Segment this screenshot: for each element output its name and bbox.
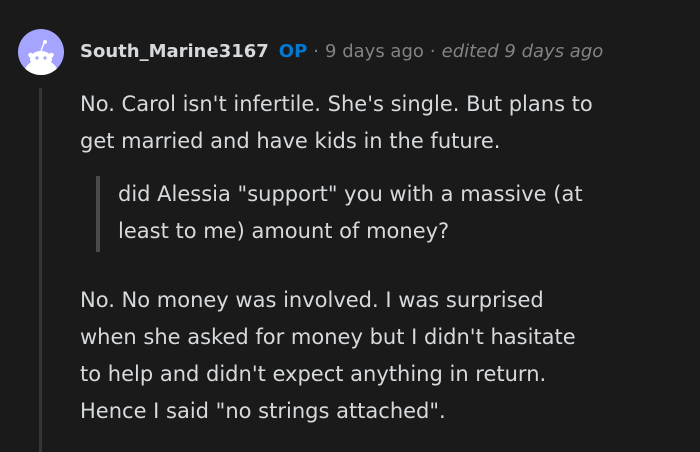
comment-meta: South_Marine3167 OP · 9 days ago · edite… [80,37,603,67]
snoo-avatar-icon [23,40,59,75]
timestamp-link[interactable]: 9 days ago [325,37,424,67]
comment-paragraph: No. Carol isn't infertile. She's single.… [80,92,593,153]
username-link[interactable]: South_Marine3167 [80,37,269,67]
quote-text: did Alessia "support" you with a massive… [118,182,583,243]
separator-dot: · [313,41,320,62]
separator-dot: · [429,41,436,62]
blockquote: did Alessia "support" you with a massive… [96,176,686,252]
quote-bar [96,176,100,252]
avatar[interactable] [18,29,64,75]
op-badge: OP [278,41,308,62]
edited-label: edited 9 days ago [441,41,604,62]
comment: South_Marine3167 OP · 9 days ago · edite… [0,0,700,452]
comment-paragraph: No. No money was involved. I was surpris… [80,288,576,423]
thread-collapse-line[interactable] [39,88,42,452]
